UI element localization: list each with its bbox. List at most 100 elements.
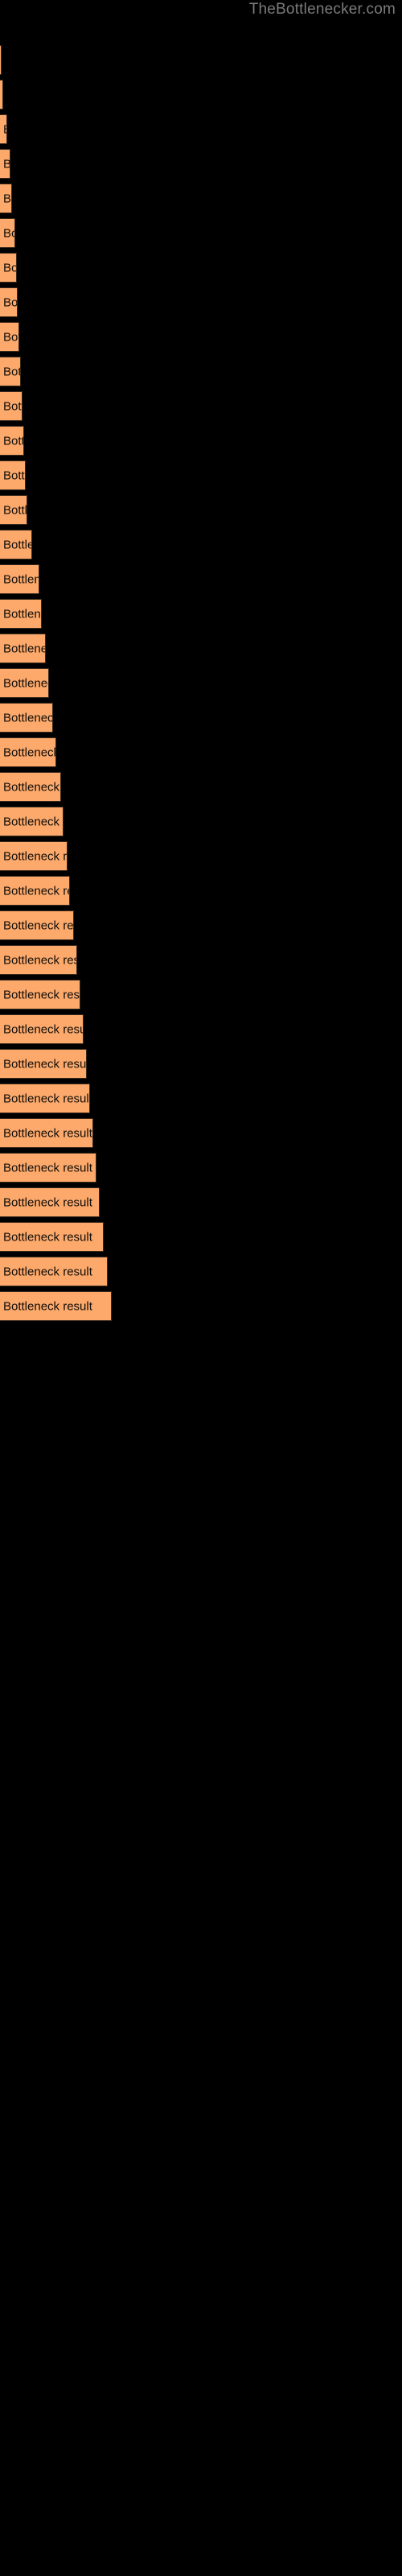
bar-label: Bottleneck result	[3, 1299, 92, 1313]
bar: Bottleneck result	[0, 910, 74, 940]
site-watermark: TheBottlenecker.com	[248, 1, 396, 18]
bar-row: Bottleneck result	[0, 807, 402, 836]
bar: Bottleneck result	[0, 1222, 104, 1252]
bar: Bottleneck result	[0, 184, 12, 213]
bar-row: Bottleneck result	[0, 599, 402, 629]
bar-label: Bottleneck result	[3, 919, 74, 932]
bar-row: Bottleneck result	[0, 1153, 402, 1183]
bar: Bottleneck result	[0, 1187, 100, 1217]
bar: Bottleneck result	[0, 841, 68, 871]
bar: Bottleneck result	[0, 218, 15, 248]
bar-label: Bottleneck result	[3, 815, 63, 828]
bar: Bottleneck result	[0, 391, 23, 421]
bar-label: Bottleneck result	[3, 953, 76, 967]
bar: Bottleneck result	[0, 703, 53, 733]
bar-label: Bottleneck result	[3, 1126, 92, 1140]
bar: Bottleneck result	[0, 1014, 84, 1044]
bar: Bottleneck result	[0, 1084, 90, 1113]
bar-row: Bottleneck result	[0, 495, 402, 525]
bar-label: Bottleneck result	[3, 642, 45, 655]
bar-label: Bottleneck result	[3, 538, 31, 551]
bar-row: Bottleneck result	[0, 841, 402, 871]
bar-row: Bottleneck result	[0, 1291, 402, 1321]
bar-label: Bottleneck result	[3, 988, 80, 1001]
bar-row: Bottleneck result	[0, 45, 402, 75]
bar-label: Bottleneck result	[3, 1057, 87, 1071]
bar-label: Bottleneck result	[3, 849, 68, 863]
bar-row: Bottleneck result	[0, 876, 402, 906]
bar-label: Bottleneck result	[3, 1195, 92, 1209]
bar-label: Bottleneck result	[3, 745, 56, 759]
bar-row: Bottleneck result	[0, 80, 402, 109]
bottleneck-bar-chart: Bottleneck result Bottleneck result Bottle…	[0, 24, 402, 2576]
bar: Bottleneck result	[0, 634, 46, 663]
bar-label: Bottleneck result	[3, 295, 18, 309]
bar: Bottleneck result	[0, 945, 77, 975]
bar-row: Bottleneck result	[0, 114, 402, 144]
bar-label: Bottleneck result	[3, 365, 20, 378]
bar-row: Bottleneck result	[0, 634, 402, 663]
bar-row: Bottleneck result	[0, 945, 402, 975]
bar: Bottleneck result	[0, 530, 32, 559]
bar-label: Bottleneck result	[3, 1265, 92, 1278]
bar: Bottleneck result	[0, 772, 61, 802]
bar-row: Bottleneck result	[0, 1187, 402, 1217]
bar-label: Bottleneck result	[3, 1230, 92, 1244]
bar: Bottleneck result	[0, 1049, 87, 1079]
bar-label: Bottleneck result	[3, 469, 26, 482]
bar-label: Bottleneck result	[3, 1161, 92, 1174]
bar: Bottleneck result	[0, 668, 49, 698]
bar: Bottleneck result	[0, 357, 21, 386]
bar: Bottleneck result	[0, 807, 64, 836]
bar-label: Bottleneck result	[3, 261, 17, 275]
bar: Bottleneck result	[0, 1257, 108, 1286]
bar-label: Bottleneck result	[3, 434, 23, 448]
bar: Bottleneck result	[0, 737, 56, 767]
bar-row: Bottleneck result	[0, 1118, 402, 1148]
bar-label: Bottleneck result	[3, 122, 6, 136]
bar-row: Bottleneck result	[0, 530, 402, 559]
bar-label: Bottleneck result	[3, 1092, 90, 1105]
bar-row: Bottleneck result	[0, 149, 402, 179]
bar-label: Bottleneck result	[3, 780, 60, 794]
bar-row: Bottleneck result	[0, 980, 402, 1009]
bar-row: Bottleneck result	[0, 253, 402, 283]
bar: Bottleneck result	[0, 80, 3, 109]
bar: Bottleneck result	[0, 1291, 112, 1321]
bar-row: Bottleneck result	[0, 1014, 402, 1044]
bar: Bottleneck result	[0, 980, 80, 1009]
bar-label: Bottleneck result	[3, 711, 53, 724]
bar: Bottleneck result	[0, 564, 39, 594]
bar-row: Bottleneck result	[0, 287, 402, 317]
bar-label: Bottleneck result	[3, 607, 41, 621]
bar-row: Bottleneck result	[0, 668, 402, 698]
bar: Bottleneck result	[0, 426, 24, 456]
bar-label: Bottleneck result	[3, 572, 39, 586]
bar: Bottleneck result	[0, 114, 7, 144]
bar-row: Bottleneck result	[0, 218, 402, 248]
bar-row: Bottleneck result	[0, 737, 402, 767]
bar-row: Bottleneck result	[0, 391, 402, 421]
bar: Bottleneck result	[0, 45, 2, 75]
bar: Bottleneck result	[0, 599, 42, 629]
bar: Bottleneck result	[0, 149, 10, 179]
bar-label: Bottleneck result	[3, 884, 69, 898]
bar-label: Bottleneck result	[3, 1022, 84, 1036]
bar-row: Bottleneck result	[0, 772, 402, 802]
bar-row: Bottleneck result	[0, 910, 402, 940]
bar-row: Bottleneck result	[0, 1222, 402, 1252]
bar-row: Bottleneck result	[0, 460, 402, 490]
bar-row: Bottleneck result	[0, 1257, 402, 1286]
bar-label: Bottleneck result	[3, 330, 18, 344]
bar-label: Bottleneck result	[3, 503, 27, 517]
bar: Bottleneck result	[0, 287, 18, 317]
bar-row: Bottleneck result	[0, 322, 402, 352]
bar-label: Bottleneck result	[3, 399, 22, 413]
bar: Bottleneck result	[0, 253, 17, 283]
bar-row: Bottleneck result	[0, 357, 402, 386]
bar: Bottleneck result	[0, 460, 26, 490]
bar-label: Bottleneck result	[3, 226, 14, 240]
bar-row: Bottleneck result	[0, 703, 402, 733]
bar-row: Bottleneck result	[0, 1084, 402, 1113]
bar-row: Bottleneck result	[0, 564, 402, 594]
